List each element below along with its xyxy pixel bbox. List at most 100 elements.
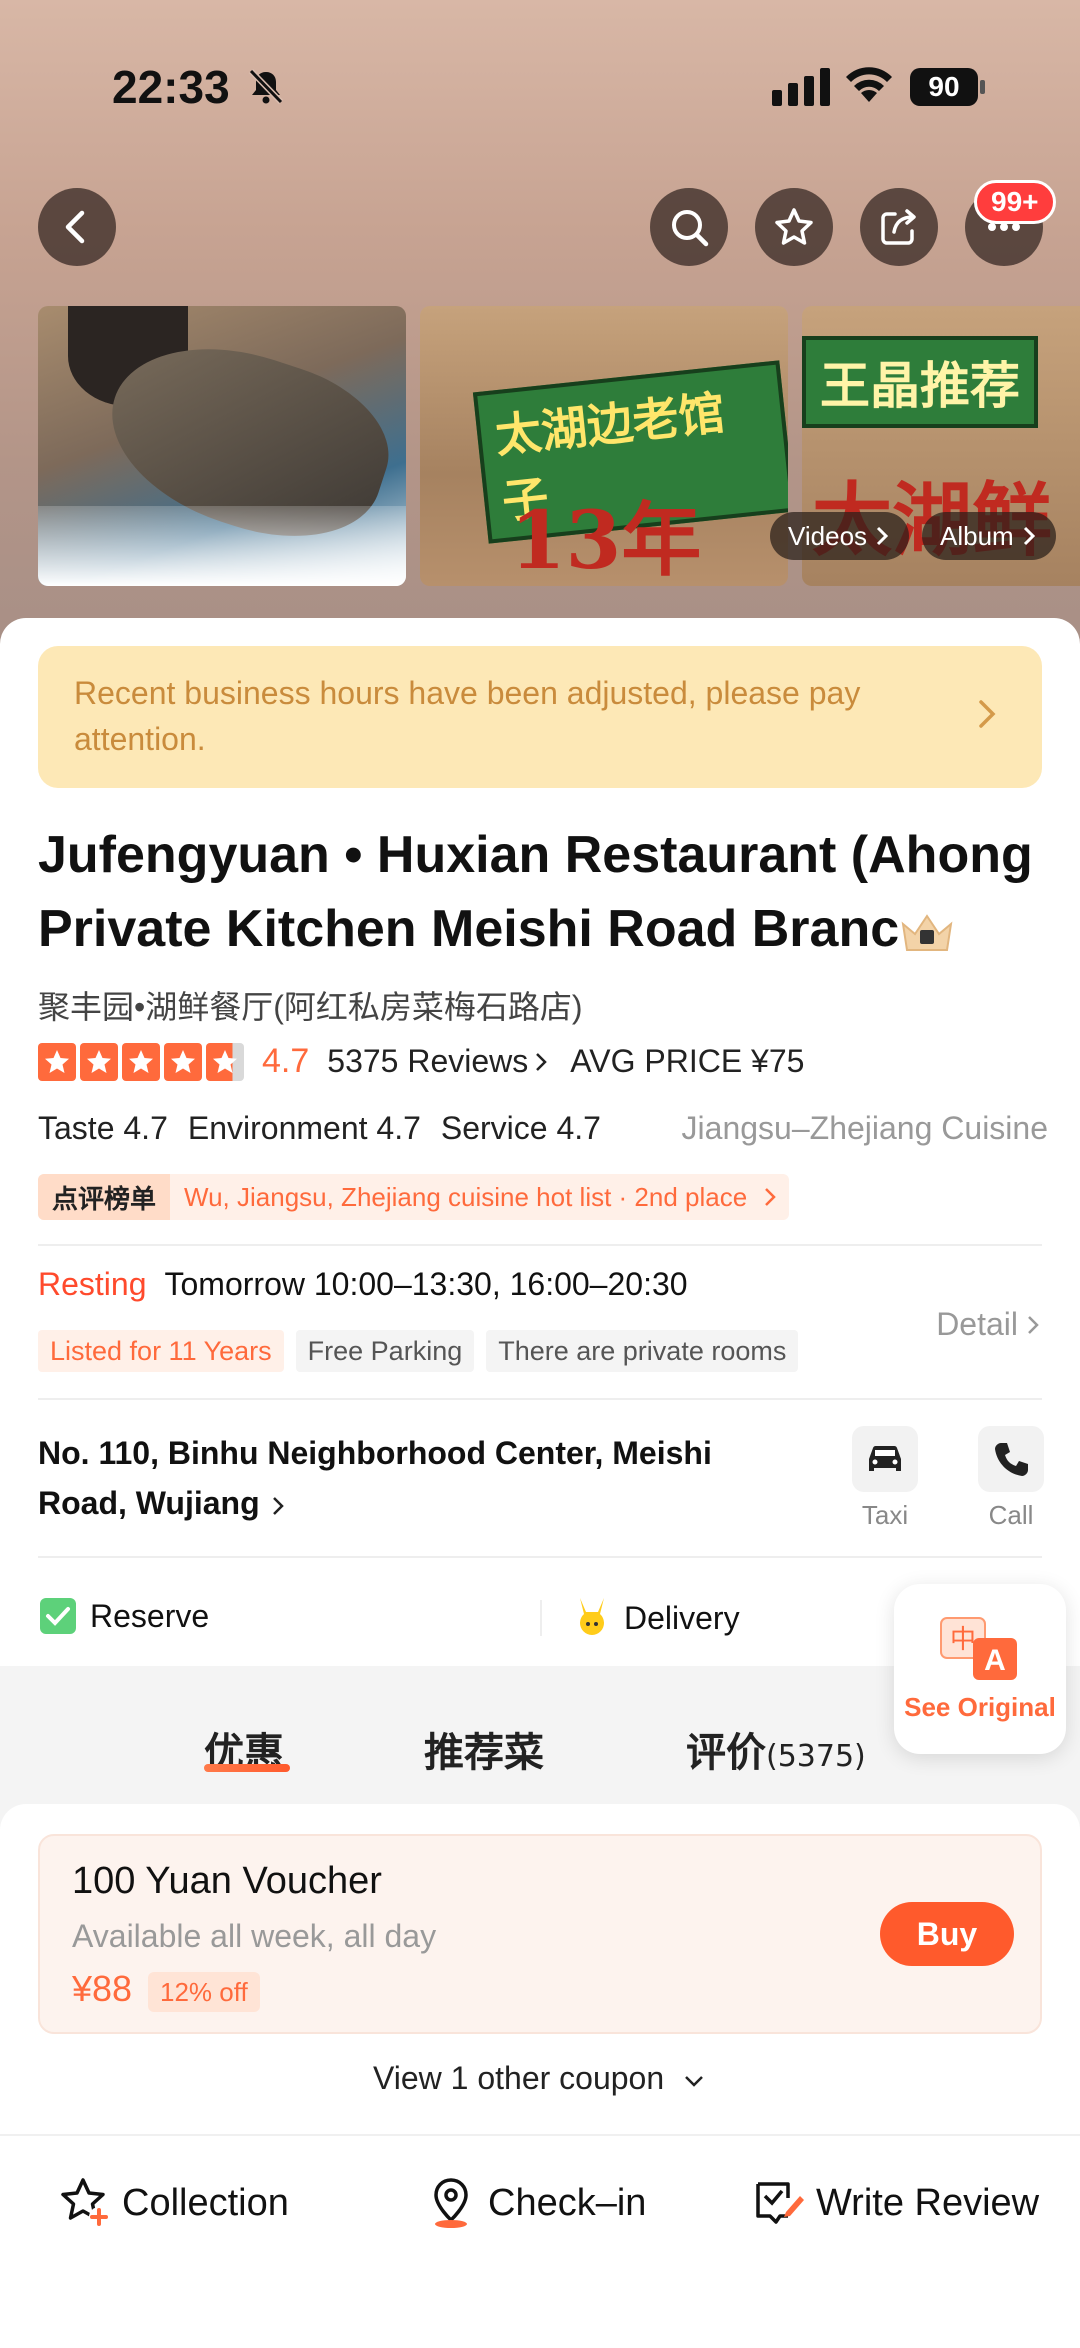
view-other-coupon-link[interactable]: View 1 other coupon <box>0 2060 1080 2097</box>
business-hours[interactable]: Resting Tomorrow 10:00–13:30, 16:00–20:30 <box>38 1266 688 1303</box>
chevron-right-icon <box>1028 1315 1039 1334</box>
reserve-label: Reserve <box>90 1597 210 1634</box>
tab-reviews[interactable]: 评价(5375) <box>686 1720 866 1778</box>
chevron-left-icon <box>65 210 85 244</box>
rating-star-icon <box>164 1042 202 1081</box>
feature-tags: Listed for 11 Years Free Parking There are… <box>38 1330 799 1372</box>
voucher-panel: 100 Yuan Voucher Available all week, all… <box>0 1804 1080 2134</box>
restaurant-info-card: Recent business hours have been adjusted… <box>0 618 1080 1666</box>
voucher-card[interactable]: 100 Yuan Voucher Available all week, all… <box>38 1834 1042 2034</box>
delivery-button[interactable]: Delivery <box>572 1596 740 1640</box>
environment-score: Environment 4.7 <box>187 1110 421 1146</box>
hot-list-text: Wu, Jiangsu, Zhejiang cuisine hot list ·… <box>184 1181 748 1212</box>
status-bar: 22:33 90 <box>0 0 1080 170</box>
share-icon <box>881 209 916 245</box>
rating-stars <box>38 1042 244 1081</box>
divider <box>38 1556 1042 1558</box>
share-button[interactable] <box>860 188 938 266</box>
hours-text: Tomorrow 10:00–13:30, 16:00–20:30 <box>164 1266 688 1302</box>
collection-label: Collection <box>122 2181 289 2224</box>
rating-score: 4.7 <box>262 1042 310 1080</box>
rating-star-icon <box>80 1042 118 1081</box>
videos-button[interactable]: Videos <box>770 512 910 560</box>
divider <box>540 1600 542 1636</box>
back-button[interactable] <box>38 188 116 266</box>
wifi-icon <box>846 67 892 102</box>
collection-button[interactable]: Collection <box>58 2176 289 2230</box>
sub-scores: Taste 4.7 Environment 4.7 Service 4.7 Ji… <box>38 1110 1048 1147</box>
location-pin-icon <box>434 2178 468 2228</box>
photo-poster[interactable]: 太湖边老馆子 13年 <box>420 306 788 586</box>
hot-list-tag: 点评榜单 <box>38 1174 171 1220</box>
tab-recommended-dishes[interactable]: 推荐菜 <box>424 1720 544 1778</box>
business-hours-notice[interactable]: Recent business hours have been adjusted… <box>38 646 1042 788</box>
star-plus-icon <box>61 2178 109 2227</box>
photo-chef-fish[interactable] <box>38 306 406 586</box>
write-review-icon <box>756 2182 804 2224</box>
reviews-link[interactable]: 5375 Reviews <box>327 1043 550 1080</box>
cuisine-type: Jiangsu–Zhejiang Cuisine <box>681 1110 1048 1146</box>
chevron-down-icon <box>685 2075 703 2087</box>
chevron-right-icon <box>876 526 889 546</box>
feature-tag: Listed for 11 Years <box>38 1330 284 1372</box>
rating-star-icon <box>38 1042 76 1081</box>
favorite-button[interactable] <box>755 188 833 266</box>
phone-icon <box>995 1443 1028 1476</box>
rating-row: 4.7 5375 Reviews AVG PRICE ¥75 <box>38 1042 804 1081</box>
bottom-action-bar: Collection Check–in Write Review <box>0 2134 1080 2348</box>
call-button[interactable] <box>978 1426 1044 1492</box>
avg-price: AVG PRICE ¥75 <box>570 1043 805 1079</box>
tab-label: 推荐菜 <box>424 1730 544 1776</box>
open-status: Resting <box>38 1266 147 1302</box>
section-tabs: 优惠 推荐菜 评价(5375) <box>0 1670 1080 1800</box>
restaurant-title-text: Jufengyuan • Huxian Restaurant (Ahong Pr… <box>38 826 1033 958</box>
write-review-button[interactable]: Write Review <box>752 2176 1039 2230</box>
photo-gallery[interactable]: 太湖边老馆子 13年 王晶推荐 太湖鲜味 Videos Album <box>38 306 1080 586</box>
chevron-right-icon <box>979 700 996 728</box>
album-button[interactable]: Album <box>922 512 1056 560</box>
hot-list-banner[interactable]: 点评榜单 Wu, Jiangsu, Zhejiang cuisine hot l… <box>38 1174 790 1220</box>
car-icon <box>869 1445 901 1471</box>
videos-label: Videos <box>788 520 868 551</box>
buy-button[interactable]: Buy <box>880 1902 1014 1966</box>
chevron-right-icon <box>536 1052 548 1071</box>
delivery-label: Delivery <box>624 1599 740 1636</box>
reserve-button[interactable]: Reserve <box>38 1596 209 1636</box>
poster-red-text: 13年 <box>510 493 702 586</box>
voucher-availability: Available all week, all day <box>72 1918 437 1954</box>
hours-detail-link[interactable]: Detail <box>936 1306 1042 1343</box>
feature-tag: Free Parking <box>295 1330 475 1372</box>
chevron-right-icon <box>272 1496 284 1515</box>
more-coupon-label: View 1 other coupon <box>372 2060 665 2096</box>
battery-indicator: 90 <box>910 68 986 106</box>
service-score: Service 4.7 <box>440 1110 601 1146</box>
bell-off-icon <box>248 68 284 105</box>
rating-star-icon <box>122 1042 160 1081</box>
write-review-label: Write Review <box>816 2181 1040 2224</box>
reviews-count: 5375 Reviews <box>327 1043 529 1079</box>
album-label: Album <box>940 520 1014 551</box>
taste-score: Taste 4.7 <box>38 1110 168 1146</box>
voucher-title: 100 Yuan Voucher <box>72 1860 382 1902</box>
restaurant-chinese-name: 聚丰园•湖鲜餐厅(阿红私房菜梅石路店) <box>38 989 583 1025</box>
search-button[interactable] <box>650 188 728 266</box>
tab-review-count: (5375) <box>766 1739 866 1774</box>
checkin-label: Check–in <box>488 2181 647 2224</box>
address[interactable]: No. 110, Binhu Neighborhood Center, Meis… <box>38 1428 798 1528</box>
active-tab-indicator <box>204 1764 290 1772</box>
battery-level: 90 <box>910 68 978 106</box>
tab-label: 评价 <box>686 1730 766 1776</box>
address-text: No. 110, Binhu Neighborhood Center, Meis… <box>38 1435 712 1521</box>
detail-label: Detail <box>936 1306 1018 1342</box>
checkin-button[interactable]: Check–in <box>424 2176 646 2230</box>
voucher-price: ¥88 <box>72 1968 133 2009</box>
search-icon <box>672 210 709 247</box>
star-icon <box>775 208 813 245</box>
translate-zh-glyph: 中 <box>950 1625 976 1655</box>
poster-banner-text-2: 王晶推荐 <box>802 336 1038 428</box>
taxi-button[interactable] <box>852 1426 918 1492</box>
reserve-check-icon <box>40 1598 76 1634</box>
crown-icon <box>901 914 953 952</box>
divider <box>38 1244 1042 1246</box>
call-label: Call <box>988 1500 1034 1530</box>
